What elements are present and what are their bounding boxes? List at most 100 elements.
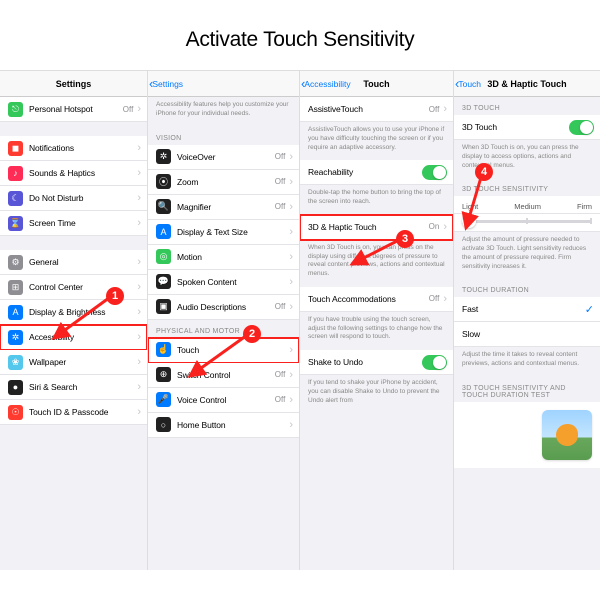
settings-row[interactable]: ⊕Switch ControlOff› [148,363,299,388]
back-button[interactable]: ‹Settings [149,77,183,90]
settings-row[interactable]: ⦿ZoomOff› [148,170,299,195]
settings-row[interactable]: 🎤Voice ControlOff› [148,388,299,413]
settings-row[interactable]: ☾Do Not Disturb› [0,186,147,211]
row-description: AssistiveTouch allows you to use your iP… [300,122,453,160]
app-icon: ◎ [156,249,171,264]
settings-row[interactable]: ☝Touch› [148,338,299,363]
chevron-right-icon: › [137,381,141,393]
app-icon: 🎤 [156,392,171,407]
panel-touch: ‹Accessibility Touch AssistiveTouchOff›A… [300,71,454,570]
settings-row[interactable]: ● Siri & Search› [0,375,147,400]
chevron-right-icon: › [137,281,141,293]
row-label: Shake to Undo [308,357,422,367]
row-label: Switch Control [177,370,275,380]
row-label: 3D & Haptic Touch [308,222,429,232]
touch-row[interactable]: Shake to Undo [300,350,453,375]
settings-row[interactable]: 🔍MagnifierOff› [148,195,299,220]
settings-row[interactable]: 💬 Spoken Content› [148,270,299,295]
header-settings: Settings [0,71,147,97]
accessibility-desc: Accessibility features help you customiz… [148,97,299,127]
settings-row[interactable]: ⊞Control Center› [0,275,147,300]
back-button[interactable]: ‹Accessibility [301,77,351,90]
header-3d: ‹Touch 3D & Haptic Touch [454,71,600,97]
touch-row[interactable]: Reachability [300,160,453,185]
row-label: VoiceOver [177,152,275,162]
app-icon: ❀ [8,355,23,370]
annotation-badge: 1 [106,287,124,305]
row-label: Fast [462,304,585,314]
settings-row[interactable]: ADisplay & Text Size› [148,220,299,245]
duration-row[interactable]: Fast✓ [454,297,600,322]
header-touch: ‹Accessibility Touch [300,71,453,97]
settings-row[interactable]: ♪Sounds & Haptics› [0,161,147,186]
settings-row[interactable]: ⚙General› [0,250,147,275]
row-label: Touch [177,345,287,355]
app-icon: ⦿ [156,174,171,189]
row-label: Home Button [177,420,287,430]
settings-row[interactable]: ⌛Screen Time› [0,211,147,236]
row-description: Double-tap the home button to bring the … [300,185,453,215]
settings-row[interactable]: ◎Motion› [148,245,299,270]
desc-sensitivity: Adjust the amount of pressure needed to … [454,232,600,279]
settings-row[interactable]: ✲VoiceOverOff› [148,145,299,170]
settings-row[interactable]: ☉Touch ID & Passcode› [0,400,147,425]
chevron-right-icon: › [443,293,447,305]
chevron-right-icon: › [137,103,141,115]
app-icon: ● [8,380,23,395]
duration-row[interactable]: Slow [454,322,600,347]
app-icon: ⊕ [156,367,171,382]
sensitivity-slider[interactable] [454,214,600,232]
toggle-switch[interactable] [569,120,594,135]
toggle-switch[interactable] [422,355,447,370]
touch-row[interactable]: 3D & Haptic TouchOn› [300,215,453,240]
app-icon: ⚙ [8,255,23,270]
settings-row[interactable]: ⎋Personal HotspotOff› [0,97,147,122]
app-icon: ⊞ [8,280,23,295]
settings-row[interactable]: ○Home Button› [148,413,299,438]
back-button[interactable]: ‹Touch [455,77,481,90]
row-label: Spoken Content [177,277,287,287]
annotation-badge: 2 [243,325,261,343]
app-icon: ✲ [8,330,23,345]
chevron-right-icon: › [443,221,447,233]
row-label: Display & Text Size [177,227,287,237]
chevron-right-icon: › [137,331,141,343]
app-icon: ◼ [8,141,23,156]
panel-accessibility: ‹Settings Accessibility features help yo… [148,71,300,570]
row-value: Off [275,370,286,379]
row-label: Touch ID & Passcode [29,407,135,417]
panel-3d-haptic: ‹Touch 3D & Haptic Touch 3D TOUCH 3D Tou… [454,71,600,570]
settings-row[interactable]: ◼Notifications› [0,136,147,161]
row-value: Off [275,395,286,404]
row-label: Accessibility [29,332,135,342]
slider-knob[interactable] [462,214,476,228]
chevron-right-icon: › [137,217,141,229]
row-label: Screen Time [29,218,135,228]
settings-row[interactable]: ▣Audio DescriptionsOff› [148,295,299,320]
row-value: Off [429,294,440,303]
panels-container: Settings ⎋Personal HotspotOff› ◼Notificat… [0,70,600,570]
row-label: Siri & Search [29,382,135,392]
row-label: Touch Accommodations [308,294,429,304]
settings-row[interactable]: ✲ Accessibility› [0,325,147,350]
header-title: Settings [56,79,92,89]
chevron-right-icon: › [289,176,293,188]
row-label: General [29,257,135,267]
row-3dtouch-toggle[interactable]: 3D Touch [454,115,600,140]
header-accessibility: ‹Settings [148,71,299,97]
row-label: Audio Descriptions [177,302,275,312]
toggle-switch[interactable] [422,165,447,180]
app-icon: 🔍 [156,199,171,214]
flower-test-image[interactable] [542,410,592,460]
row-value: Off [275,152,286,161]
touch-row[interactable]: Touch AccommodationsOff› [300,287,453,312]
app-icon: 💬 [156,274,171,289]
settings-row[interactable]: ADisplay & Brightness› [0,300,147,325]
chevron-right-icon: › [137,306,141,318]
chevron-right-icon: › [289,151,293,163]
settings-row[interactable]: ❀Wallpaper› [0,350,147,375]
chevron-right-icon: › [137,406,141,418]
chevron-right-icon: › [289,276,293,288]
chevron-right-icon: › [289,226,293,238]
touch-row[interactable]: AssistiveTouchOff› [300,97,453,122]
